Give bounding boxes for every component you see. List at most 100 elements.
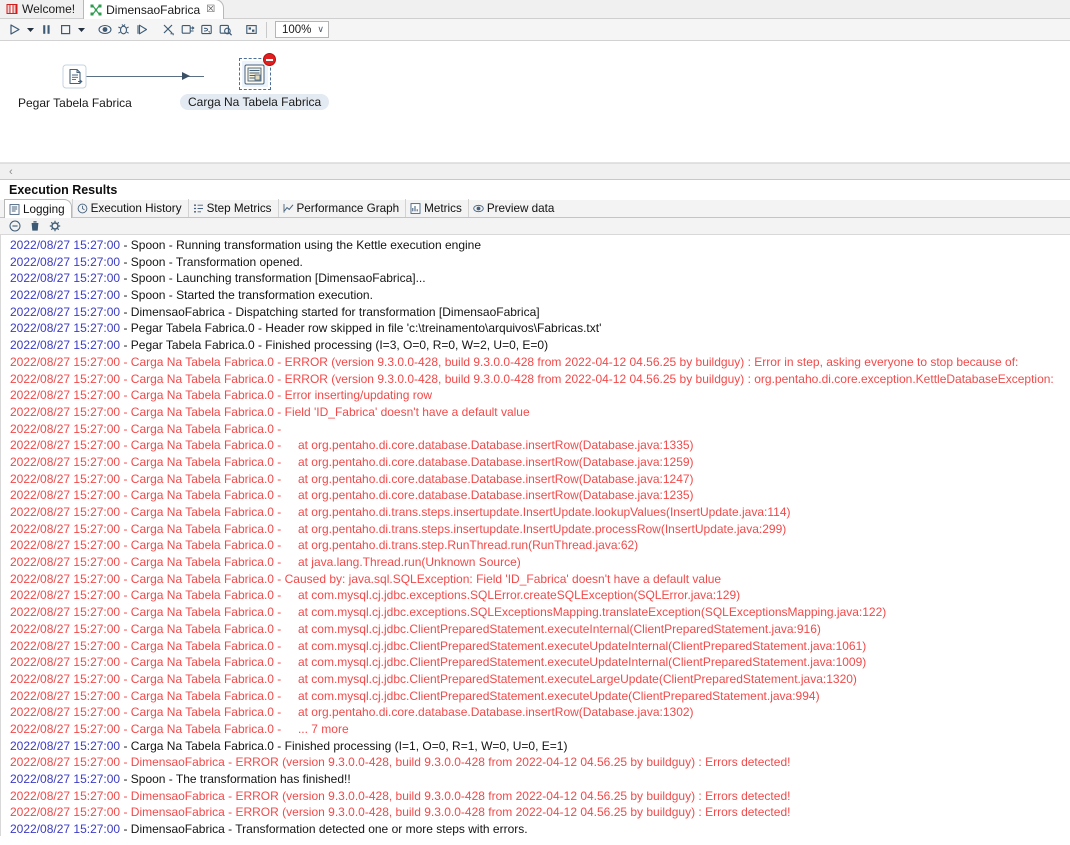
log-output-area[interactable]: 2022/08/27 15:27:00 - Spoon - Running tr… bbox=[0, 235, 1070, 836]
log-row[interactable]: 2022/08/27 15:27:00 - Carga Na Tabela Fa… bbox=[1, 487, 1070, 504]
log-row[interactable]: 2022/08/27 15:27:00 - Carga Na Tabela Fa… bbox=[1, 354, 1070, 371]
show-last-preview-button[interactable] bbox=[242, 20, 261, 39]
pause-button[interactable] bbox=[37, 20, 56, 39]
log-row[interactable]: 2022/08/27 15:27:00 - Carga Na Tabela Fa… bbox=[1, 521, 1070, 538]
log-row-timestamp: 2022/08/27 15:27:00 bbox=[10, 505, 121, 519]
tab-execution-history[interactable]: Execution History bbox=[71, 199, 188, 217]
tab-step-metrics[interactable]: Step Metrics bbox=[187, 199, 278, 217]
log-row-timestamp: 2022/08/27 15:27:00 bbox=[10, 421, 121, 436]
welcome-icon bbox=[6, 3, 18, 14]
zoom-level-combo[interactable]: 100% ∨ bbox=[275, 21, 330, 38]
log-row[interactable]: 2022/08/27 15:27:00 - Carga Na Tabela Fa… bbox=[1, 704, 1070, 721]
log-row[interactable]: 2022/08/27 15:27:00 - DimensaoFabrica - … bbox=[1, 788, 1070, 805]
stop-options-dropdown[interactable] bbox=[75, 20, 88, 39]
log-row[interactable]: 2022/08/27 15:27:00 - Spoon - Transforma… bbox=[1, 254, 1070, 271]
log-row[interactable]: 2022/08/27 15:27:00 - Carga Na Tabela Fa… bbox=[1, 437, 1070, 454]
log-row[interactable]: 2022/08/27 15:27:00 - Carga Na Tabela Fa… bbox=[1, 671, 1070, 688]
log-row[interactable]: 2022/08/27 15:27:00 - Carga Na Tabela Fa… bbox=[1, 738, 1070, 755]
log-row-message: - Spoon - Launching transformation [Dime… bbox=[120, 271, 426, 286]
delete-log-button[interactable] bbox=[27, 219, 42, 234]
log-row[interactable]: 2022/08/27 15:27:00 - Carga Na Tabela Fa… bbox=[1, 504, 1070, 521]
editor-tab-welcome-label: Welcome! bbox=[22, 1, 76, 16]
log-row-timestamp: 2022/08/27 15:27:00 bbox=[10, 438, 121, 453]
log-row-message: - Carga Na Tabela Fabrica.0 - at java.la… bbox=[120, 555, 521, 570]
log-row-message: - Carga Na Tabela Fabrica.0 - ... 7 more bbox=[120, 721, 349, 736]
log-row[interactable]: 2022/08/27 15:27:00 - Spoon - Running tr… bbox=[1, 237, 1070, 254]
log-row[interactable]: 2022/08/27 15:27:00 - Carga Na Tabela Fa… bbox=[1, 371, 1070, 388]
canvas-horizontal-scrollbar[interactable]: ‹ bbox=[0, 163, 1070, 180]
insert-update-icon bbox=[244, 64, 265, 84]
chevron-left-icon[interactable]: ‹ bbox=[9, 166, 13, 178]
log-row[interactable]: 2022/08/27 15:27:00 - Carga Na Tabela Fa… bbox=[1, 387, 1070, 404]
log-row[interactable]: 2022/08/27 15:27:00 - DimensaoFabrica - … bbox=[1, 754, 1070, 771]
step-pegar-icon-box[interactable] bbox=[62, 63, 88, 89]
step-carga-icon-box[interactable] bbox=[238, 53, 276, 90]
log-row[interactable]: 2022/08/27 15:27:00 - Spoon - Started th… bbox=[1, 287, 1070, 304]
transformation-icon bbox=[90, 4, 102, 15]
log-row[interactable]: 2022/08/27 15:27:00 - Pegar Tabela Fabri… bbox=[1, 320, 1070, 337]
log-row[interactable]: 2022/08/27 15:27:00 - Carga Na Tabela Fa… bbox=[1, 554, 1070, 571]
run-button[interactable] bbox=[5, 20, 24, 39]
log-row[interactable]: 2022/08/27 15:27:00 - Carga Na Tabela Fa… bbox=[1, 638, 1070, 655]
log-row[interactable]: 2022/08/27 15:27:00 - Carga Na Tabela Fa… bbox=[1, 721, 1070, 738]
tab-execution-history-label: Execution History bbox=[90, 201, 182, 215]
log-row[interactable]: 2022/08/27 15:27:00 - Carga Na Tabela Fa… bbox=[1, 571, 1070, 588]
log-row-message: - Carga Na Tabela Fabrica.0 - Field 'ID_… bbox=[120, 404, 530, 419]
explore-database-button[interactable] bbox=[216, 20, 235, 39]
log-row-message: - Carga Na Tabela Fabrica.0 - at org.pen… bbox=[120, 538, 639, 553]
log-row[interactable]: 2022/08/27 15:27:00 - Carga Na Tabela Fa… bbox=[1, 587, 1070, 604]
log-row-timestamp: 2022/08/27 15:27:00 bbox=[10, 605, 121, 620]
replay-button[interactable] bbox=[133, 20, 152, 39]
editor-tab-dimensaofabrica[interactable]: DimensaoFabrica ☒ bbox=[83, 0, 225, 19]
tab-performance-graph[interactable]: Performance Graph bbox=[277, 199, 406, 217]
log-row[interactable]: 2022/08/27 15:27:00 - Carga Na Tabela Fa… bbox=[1, 654, 1070, 671]
editor-tab-welcome[interactable]: Welcome! bbox=[0, 0, 84, 18]
step-carga-na-tabela-fabrica[interactable]: Carga Na Tabela Fabrica bbox=[180, 53, 330, 110]
log-settings-button[interactable] bbox=[47, 219, 62, 234]
log-row-timestamp: 2022/08/27 15:27:00 bbox=[10, 254, 121, 269]
log-row-timestamp: 2022/08/27 15:27:00 bbox=[10, 671, 121, 686]
log-row[interactable]: 2022/08/27 15:27:00 - Carga Na Tabela Fa… bbox=[1, 421, 1070, 438]
debug-button[interactable] bbox=[114, 20, 133, 39]
preview-button[interactable] bbox=[95, 20, 114, 39]
tab-logging[interactable]: Logging bbox=[4, 199, 72, 218]
log-row[interactable]: 2022/08/27 15:27:00 - Carga Na Tabela Fa… bbox=[1, 604, 1070, 621]
log-row[interactable]: 2022/08/27 15:27:00 - Spoon - The transf… bbox=[1, 771, 1070, 788]
zoom-level-value: 100% bbox=[282, 23, 312, 36]
analyze-impact-button[interactable] bbox=[178, 20, 197, 39]
transformation-canvas[interactable]: Pegar Tabela Fabrica Carga Na Tabela Fab… bbox=[0, 41, 1070, 162]
tab-metrics[interactable]: Metrics bbox=[405, 199, 468, 217]
log-row[interactable]: 2022/08/27 15:27:00 - DimensaoFabrica - … bbox=[1, 804, 1070, 821]
execution-results-title: Execution Results bbox=[0, 180, 1070, 200]
step-pegar-tabela-fabrica[interactable]: Pegar Tabela Fabrica bbox=[18, 63, 132, 110]
close-icon[interactable]: ☒ bbox=[206, 4, 215, 15]
log-row[interactable]: 2022/08/27 15:27:00 - DimensaoFabrica - … bbox=[1, 304, 1070, 321]
tab-preview-data[interactable]: Preview data bbox=[467, 199, 561, 217]
clear-log-button[interactable] bbox=[7, 219, 22, 234]
stop-button[interactable] bbox=[56, 20, 75, 39]
log-row-timestamp: 2022/08/27 15:27:00 bbox=[10, 638, 121, 653]
generate-sql-button[interactable] bbox=[197, 20, 216, 39]
log-row[interactable]: 2022/08/27 15:27:00 - Carga Na Tabela Fa… bbox=[1, 471, 1070, 488]
log-row[interactable]: 2022/08/27 15:27:00 - Carga Na Tabela Fa… bbox=[1, 537, 1070, 554]
log-row-timestamp: 2022/08/27 15:27:00 bbox=[10, 454, 121, 469]
log-row[interactable]: 2022/08/27 15:27:00 - Spoon - Launching … bbox=[1, 270, 1070, 287]
text-file-input-icon bbox=[62, 64, 87, 88]
log-row-message: - Spoon - Running transformation using t… bbox=[120, 238, 481, 252]
log-row-timestamp: 2022/08/27 15:27:00 bbox=[10, 788, 121, 803]
log-row-timestamp: 2022/08/27 15:27:00 bbox=[10, 705, 121, 720]
log-row[interactable]: 2022/08/27 15:27:00 - DimensaoFabrica - … bbox=[1, 821, 1070, 836]
log-row[interactable]: 2022/08/27 15:27:00 - Carga Na Tabela Fa… bbox=[1, 404, 1070, 421]
log-row[interactable]: 2022/08/27 15:27:00 - Pegar Tabela Fabri… bbox=[1, 337, 1070, 354]
history-clock-icon bbox=[77, 203, 87, 213]
list-metrics-icon bbox=[193, 204, 203, 212]
verify-transformation-button[interactable] bbox=[159, 20, 178, 39]
log-row-message: - Pegar Tabela Fabrica.0 - Finished proc… bbox=[120, 338, 549, 353]
log-row[interactable]: 2022/08/27 15:27:00 - Carga Na Tabela Fa… bbox=[1, 454, 1070, 471]
log-row-timestamp: 2022/08/27 15:27:00 bbox=[10, 721, 121, 736]
log-row[interactable]: 2022/08/27 15:27:00 - Carga Na Tabela Fa… bbox=[1, 621, 1070, 638]
log-row-message: - Carga Na Tabela Fabrica.0 - at org.pen… bbox=[120, 471, 694, 486]
log-row-message: - Pegar Tabela Fabrica.0 - Header row sk… bbox=[120, 321, 602, 336]
log-row[interactable]: 2022/08/27 15:27:00 - Carga Na Tabela Fa… bbox=[1, 688, 1070, 705]
run-options-dropdown[interactable] bbox=[24, 20, 37, 39]
